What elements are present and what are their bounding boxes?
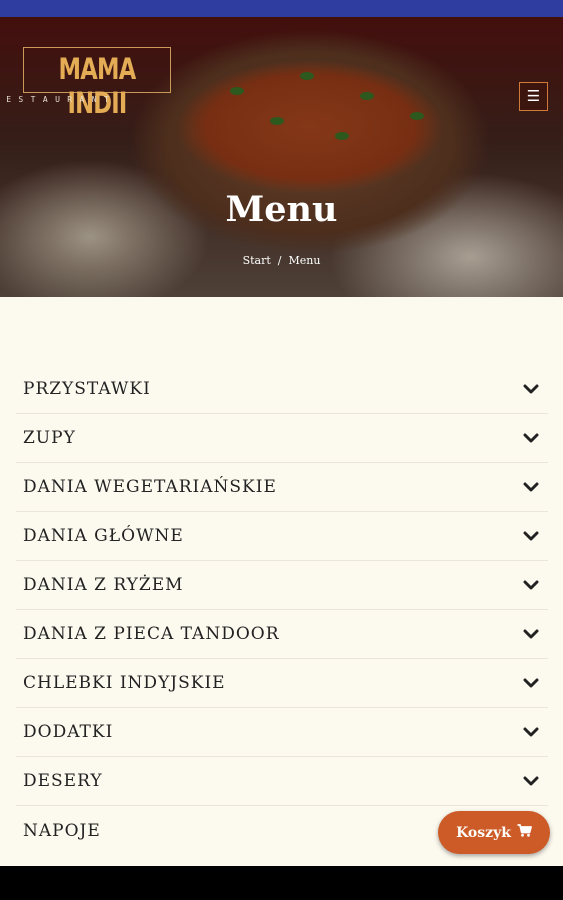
menu-category-label: DANIA Z PIECA TANDOOR	[23, 624, 280, 644]
restaurant-logo[interactable]: MAMA INDII	[23, 47, 171, 120]
menu-category-label: NAPOJE	[23, 820, 101, 841]
chevron-down-icon	[522, 576, 540, 594]
chevron-down-icon	[522, 772, 540, 790]
breadcrumb-current: Menu	[288, 254, 321, 267]
breadcrumb-separator: /	[277, 254, 282, 267]
menu-category-label: DANIA WEGETARIAŃSKIE	[23, 477, 277, 497]
status-bar	[0, 0, 563, 17]
menu-category-desery[interactable]: DESERY	[16, 757, 548, 806]
menu-category-label: DODATKI	[23, 722, 114, 742]
menu-category-dania-z-pieca-tandoor[interactable]: DANIA Z PIECA TANDOOR	[16, 610, 548, 659]
menu-category-label: DANIA GŁÓWNE	[23, 526, 184, 546]
menu-category-przystawki[interactable]: PRZYSTAWKI	[16, 365, 548, 414]
chevron-down-icon	[522, 380, 540, 398]
chevron-down-icon	[522, 625, 540, 643]
chevron-down-icon	[522, 723, 540, 741]
menu-category-dodatki[interactable]: DODATKI	[16, 708, 548, 757]
menu-category-label: DESERY	[23, 771, 103, 791]
menu-category-dania-z-ryzem[interactable]: DANIA Z RYŻEM	[16, 561, 548, 610]
menu-category-label: ZUPY	[23, 428, 76, 448]
chevron-down-icon	[522, 674, 540, 692]
menu-category-dania-glowne[interactable]: DANIA GŁÓWNE	[16, 512, 548, 561]
menu-category-label: CHLEBKI INDYJSKIE	[23, 673, 226, 693]
menu-category-list: PRZYSTAWKI ZUPY DANIA WEGETARIAŃSKIE DAN…	[16, 365, 548, 855]
logo-subtitle: RESTAURANT	[0, 95, 117, 104]
chevron-down-icon	[522, 478, 540, 496]
logo-text: MAMA INDII	[58, 52, 137, 120]
menu-category-label: DANIA Z RYŻEM	[23, 575, 184, 595]
system-navigation-bar	[0, 866, 563, 900]
hero-banner: MAMA INDII RESTAURANT ☰ Menu Start / Menu	[0, 17, 563, 297]
menu-toggle-button[interactable]: ☰	[519, 82, 548, 111]
menu-category-label: PRZYSTAWKI	[23, 379, 151, 399]
chevron-down-icon	[522, 527, 540, 545]
breadcrumb-home[interactable]: Start	[243, 254, 271, 267]
cart-icon	[517, 824, 532, 841]
cart-button-label: Koszyk	[456, 824, 511, 841]
breadcrumb: Start / Menu	[0, 254, 563, 267]
menu-category-zupy[interactable]: ZUPY	[16, 414, 548, 463]
hamburger-icon: ☰	[526, 87, 541, 105]
chevron-down-icon	[522, 429, 540, 447]
cart-button[interactable]: Koszyk	[438, 811, 550, 854]
menu-category-dania-wegetarianskie[interactable]: DANIA WEGETARIAŃSKIE	[16, 463, 548, 512]
menu-category-chlebki-indyjskie[interactable]: CHLEBKI INDYJSKIE	[16, 659, 548, 708]
page-title: Menu	[225, 189, 338, 230]
